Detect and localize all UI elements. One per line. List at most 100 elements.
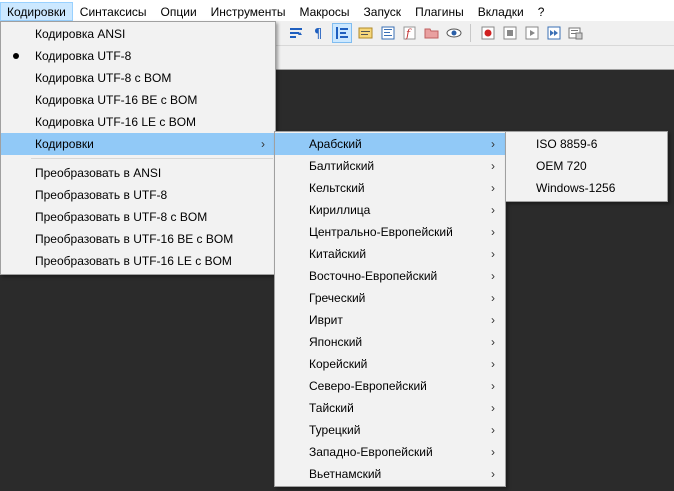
charset-hebrew[interactable]: Иврит › (275, 309, 505, 331)
menu-item-convert-utf16be-bom[interactable]: Преобразовать в UTF-16 BE с BOM (1, 228, 275, 250)
menu-item-convert-ansi[interactable]: Преобразовать в ANSI (1, 162, 275, 184)
menu-item-convert-utf16le-bom[interactable]: Преобразовать в UTF-16 LE с BOM (1, 250, 275, 272)
menu-tools[interactable]: Инструменты (204, 2, 293, 21)
menu-item-encoding-utf8[interactable]: Кодировка UTF-8 (1, 45, 275, 67)
menu-item-convert-utf8-bom[interactable]: Преобразовать в UTF-8 с BOM (1, 206, 275, 228)
menu-item-label: Корейский (309, 357, 368, 371)
chevron-right-icon: › (491, 423, 495, 437)
menu-tabs[interactable]: Вкладки (471, 2, 531, 21)
menu-item-label: Кодировка ANSI (35, 27, 126, 41)
charset-vietnamese[interactable]: Вьетнамский › (275, 463, 505, 485)
encoding-menu: Кодировка ANSI Кодировка UTF-8 Кодировка… (0, 21, 276, 275)
menu-item-label: Тайский (309, 401, 354, 415)
charset-arabic[interactable]: Арабский › (275, 133, 505, 155)
chevron-right-icon: › (491, 203, 495, 217)
chevron-right-icon: › (491, 379, 495, 393)
menu-item-label: Северо-Европейский (309, 379, 427, 393)
chevron-right-icon: › (491, 247, 495, 261)
menu-syntax[interactable]: Синтаксисы (73, 2, 154, 21)
menu-item-label: Иврит (309, 313, 343, 327)
menu-item-label: Вьетнамский (309, 467, 382, 481)
chevron-right-icon: › (491, 137, 495, 151)
charset-baltic[interactable]: Балтийский › (275, 155, 505, 177)
folder-workspace-icon[interactable] (422, 23, 442, 43)
menu-item-label: Кириллица (309, 203, 371, 217)
charset-japanese[interactable]: Японский › (275, 331, 505, 353)
menu-item-encoding-ansi[interactable]: Кодировка ANSI (1, 23, 275, 45)
menu-item-label: Центрально-Европейский (309, 225, 453, 239)
menu-item-label: Кодировка UTF-8 с BOM (35, 71, 172, 85)
menu-options[interactable]: Опции (154, 2, 204, 21)
charset-central-european[interactable]: Центрально-Европейский › (275, 221, 505, 243)
menu-item-encoding-utf16le-bom[interactable]: Кодировка UTF-16 LE с BOM (1, 111, 275, 133)
menu-separator (31, 158, 273, 159)
chevron-right-icon: › (491, 313, 495, 327)
chevron-right-icon: › (491, 445, 495, 459)
show-all-chars-icon[interactable]: ¶ (308, 23, 328, 43)
menu-macros[interactable]: Макросы (292, 2, 356, 21)
menu-item-convert-utf8[interactable]: Преобразовать в UTF-8 (1, 184, 275, 206)
chevron-right-icon: › (491, 269, 495, 283)
menu-item-label: Кодировка UTF-16 BE с BOM (35, 93, 198, 107)
chevron-right-icon: › (491, 335, 495, 349)
function-list-icon[interactable]: f (400, 23, 420, 43)
charset-western-european[interactable]: Западно-Европейский › (275, 441, 505, 463)
chevron-right-icon: › (261, 137, 265, 151)
menu-item-charsets[interactable]: Кодировки › (1, 133, 275, 155)
indent-guide-icon[interactable] (332, 23, 352, 43)
chevron-right-icon: › (491, 291, 495, 305)
menu-item-label: Кодировка UTF-8 (35, 49, 132, 63)
menu-item-label: Преобразовать в UTF-8 с BOM (35, 210, 208, 224)
doc-map-icon[interactable] (378, 23, 398, 43)
charset-chinese[interactable]: Китайский › (275, 243, 505, 265)
charset-celtic[interactable]: Кельтский › (275, 177, 505, 199)
charset-greek[interactable]: Греческий › (275, 287, 505, 309)
encoding-oem-720[interactable]: OEM 720 (506, 155, 667, 177)
encoding-iso-8859-6[interactable]: ISO 8859-6 (506, 133, 667, 155)
menu-item-label: Турецкий (309, 423, 361, 437)
menu-item-label: OEM 720 (536, 159, 587, 173)
chevron-right-icon: › (491, 357, 495, 371)
user-lang-icon[interactable] (356, 23, 376, 43)
menu-plugins[interactable]: Плагины (408, 2, 471, 21)
word-wrap-icon[interactable] (286, 23, 306, 43)
charset-korean[interactable]: Корейский › (275, 353, 505, 375)
menu-help[interactable]: ? (531, 2, 552, 21)
menu-encoding[interactable]: Кодировки (0, 1, 73, 21)
encoding-windows-1256[interactable]: Windows-1256 (506, 177, 667, 199)
menu-item-label: Преобразовать в UTF-16 BE с BOM (35, 232, 234, 246)
charset-thai[interactable]: Тайский › (275, 397, 505, 419)
charsets-submenu: Арабский › Балтийский › Кельтский › Кирилли… (274, 131, 506, 487)
record-macro-icon[interactable] (478, 23, 498, 43)
menu-item-label: Windows-1256 (536, 181, 616, 195)
menu-item-label: Арабский (309, 137, 362, 151)
menu-item-label: Балтийский (309, 159, 375, 173)
menu-item-label: Японский (309, 335, 363, 349)
charset-cyrillic[interactable]: Кириллица › (275, 199, 505, 221)
chevron-right-icon: › (491, 159, 495, 173)
menu-item-encoding-utf16be-bom[interactable]: Кодировка UTF-16 BE с BOM (1, 89, 275, 111)
charset-turkish[interactable]: Турецкий › (275, 419, 505, 441)
chevron-right-icon: › (491, 467, 495, 481)
charset-north-european[interactable]: Северо-Европейский › (275, 375, 505, 397)
menu-item-label: Китайский (309, 247, 367, 261)
menu-run[interactable]: Запуск (357, 2, 409, 21)
menu-item-label: Греческий (309, 291, 366, 305)
menu-item-label: Преобразовать в UTF-16 LE с BOM (35, 254, 232, 268)
toolbar-separator (470, 24, 471, 42)
menu-item-label: Преобразовать в ANSI (35, 166, 162, 180)
chevron-right-icon: › (491, 401, 495, 415)
monitoring-icon[interactable] (444, 23, 464, 43)
menu-item-encoding-utf8-bom[interactable]: Кодировка UTF-8 с BOM (1, 67, 275, 89)
play-macro-icon[interactable] (522, 23, 542, 43)
menu-item-label: Восточно-Европейский (309, 269, 438, 283)
selected-bullet-icon (13, 53, 19, 59)
charset-eastern-european[interactable]: Восточно-Европейский › (275, 265, 505, 287)
menu-item-label: Кодировки (35, 137, 94, 151)
save-macro-icon[interactable] (566, 23, 586, 43)
run-macro-multiple-icon[interactable] (544, 23, 564, 43)
menu-item-label: Кельтский (309, 181, 365, 195)
svg-text:¶: ¶ (314, 27, 322, 40)
stop-macro-icon[interactable] (500, 23, 520, 43)
menu-item-label: Преобразовать в UTF-8 (35, 188, 168, 202)
